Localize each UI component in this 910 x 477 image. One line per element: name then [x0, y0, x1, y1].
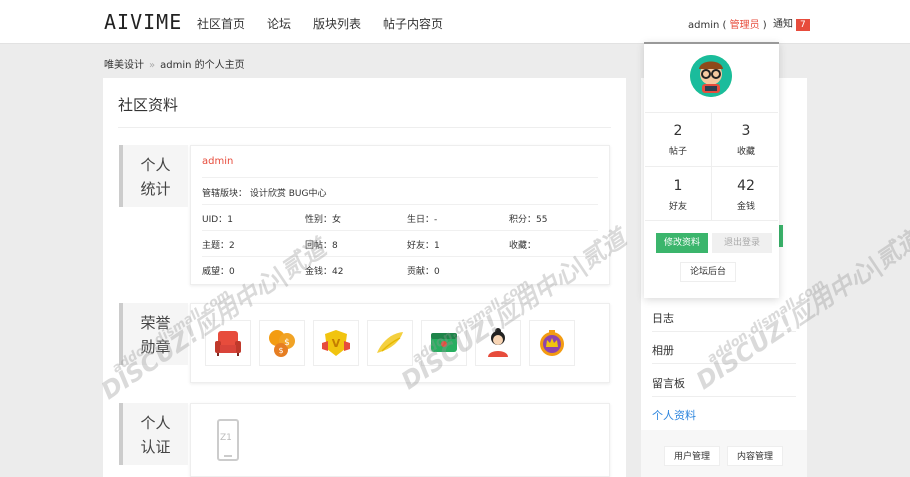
forum-admin-button[interactable]: 论坛后台 [680, 262, 736, 282]
top-bar: AIVIME 社区首页 论坛 版块列表 帖子内容页 admin ( 管理员 ) … [0, 0, 910, 44]
logout-button[interactable]: 退出登录 [712, 233, 772, 253]
crown-medal-icon[interactable] [529, 320, 575, 366]
stat-field: UID：1 [202, 212, 233, 225]
divider [202, 177, 598, 178]
stat-field-value: 1 [227, 215, 233, 225]
stat-posts-count[interactable]: 2 [648, 123, 708, 139]
v-shield-medal-icon[interactable]: V [313, 320, 359, 366]
stat-field: 好友：1 [407, 238, 440, 251]
stat-field-key: 好友： [407, 241, 435, 251]
role-paren-close: ) [759, 20, 767, 31]
sidebar-item-profile[interactable]: 个人资料 [652, 407, 696, 423]
stat-field-key: 威望： [202, 267, 230, 277]
stat-field: 生日：- [407, 212, 437, 225]
stat-field-key: UID： [202, 215, 228, 225]
role-paren-open: ( [719, 20, 730, 31]
stat-field-value: 0 [229, 267, 235, 277]
managed-boards: 管辖版块： 设计欣赏 BUG中心 [202, 189, 327, 199]
breadcrumb-current: admin 的个人主页 [160, 60, 245, 71]
stat-money-label: 金钱 [736, 202, 755, 212]
verify-section-label: 个人 认证 [119, 403, 188, 465]
content-manage-button[interactable]: 内容管理 [727, 446, 783, 466]
divider [652, 396, 796, 397]
divider [645, 220, 778, 221]
nav-item-home[interactable]: 社区首页 [197, 15, 245, 32]
divider [645, 166, 778, 167]
svg-text:$: $ [284, 338, 290, 348]
stat-field-value: 2 [229, 241, 235, 251]
title-divider [118, 127, 611, 128]
breadcrumb-home[interactable]: 唯美设计 [104, 60, 144, 71]
stat-field-value: 0 [434, 267, 440, 277]
nav-item-forum[interactable]: 论坛 [267, 15, 291, 32]
sidebar-item-album[interactable]: 相册 [652, 342, 674, 358]
stat-field: 主题：2 [202, 238, 235, 251]
stat-field-key: 积分： [509, 215, 537, 225]
phone-verify-icon[interactable]: Z1 [217, 419, 239, 461]
notice-link[interactable]: 通知 7 [773, 15, 810, 31]
stat-field: 积分：55 [509, 212, 547, 225]
stat-field-value: - [434, 215, 438, 225]
username: admin [688, 20, 720, 31]
edit-profile-button[interactable]: 修改资料 [656, 233, 708, 253]
stat-field: 威望：0 [202, 264, 235, 277]
stat-field-key: 贡献： [407, 267, 435, 277]
stat-favorites-label: 收藏 [736, 147, 755, 157]
stat-money-count[interactable]: 42 [716, 178, 776, 194]
breadcrumb: 唯美设计 » admin 的个人主页 [104, 56, 245, 71]
stat-field-value: 1 [434, 241, 440, 251]
divider [202, 230, 598, 231]
svg-text:$: $ [278, 346, 283, 355]
user-menu[interactable]: admin ( 管理员 ) [688, 16, 767, 31]
notice-count-badge: 7 [796, 19, 810, 31]
stat-field-value: 42 [332, 267, 344, 277]
divider [202, 204, 598, 205]
stats-label-text: 个人 统计 [140, 156, 171, 198]
site-logo[interactable]: AIVIME [104, 10, 182, 34]
sidebar-item-blog[interactable]: 日志 [652, 310, 674, 326]
stat-field: 贡献：0 [407, 264, 440, 277]
role-label: 管理员 [729, 20, 760, 31]
nav-item-boards[interactable]: 版块列表 [313, 15, 361, 32]
stat-favorites-count[interactable]: 3 [716, 123, 776, 139]
phone-home-indicator [224, 455, 232, 457]
avatar[interactable] [690, 55, 732, 97]
profile-username[interactable]: admin [202, 156, 233, 167]
svg-text:V: V [332, 337, 341, 350]
stat-field-key: 性别： [305, 215, 333, 225]
main-nav: 社区首页 论坛 版块列表 帖子内容页 [197, 15, 465, 32]
user-manage-button[interactable]: 用户管理 [664, 446, 720, 466]
divider [202, 256, 598, 257]
stat-friends-label: 好友 [668, 202, 687, 212]
stats-section-label: 个人 统计 [119, 145, 188, 207]
stat-field-value: 女 [332, 215, 342, 225]
stat-posts-label: 帖子 [668, 147, 687, 157]
sidebar-item-guestbook[interactable]: 留言板 [652, 375, 685, 391]
breadcrumb-separator: » [149, 60, 156, 71]
stat-field-key: 收藏： [509, 241, 537, 251]
stat-field-value: 55 [536, 215, 548, 225]
stat-friends-count[interactable]: 1 [648, 178, 708, 194]
phone-verify-text: Z1 [220, 433, 232, 443]
stat-field-key: 主题： [202, 241, 230, 251]
verify-card [190, 403, 610, 477]
watermark-mark: 贰道 [870, 224, 910, 275]
stat-field: 收藏： [509, 238, 536, 251]
page-title: 社区资料 [118, 96, 179, 114]
verify-label-text: 个人 认证 [140, 414, 171, 456]
stat-field: 性别：女 [305, 212, 341, 225]
stat-field-value: 8 [332, 241, 338, 251]
coins-medal-icon[interactable]: $ $ [259, 320, 305, 366]
notice-label: 通知 [773, 19, 793, 30]
nav-item-post[interactable]: 帖子内容页 [383, 15, 443, 32]
stat-field-key: 生日： [407, 215, 435, 225]
